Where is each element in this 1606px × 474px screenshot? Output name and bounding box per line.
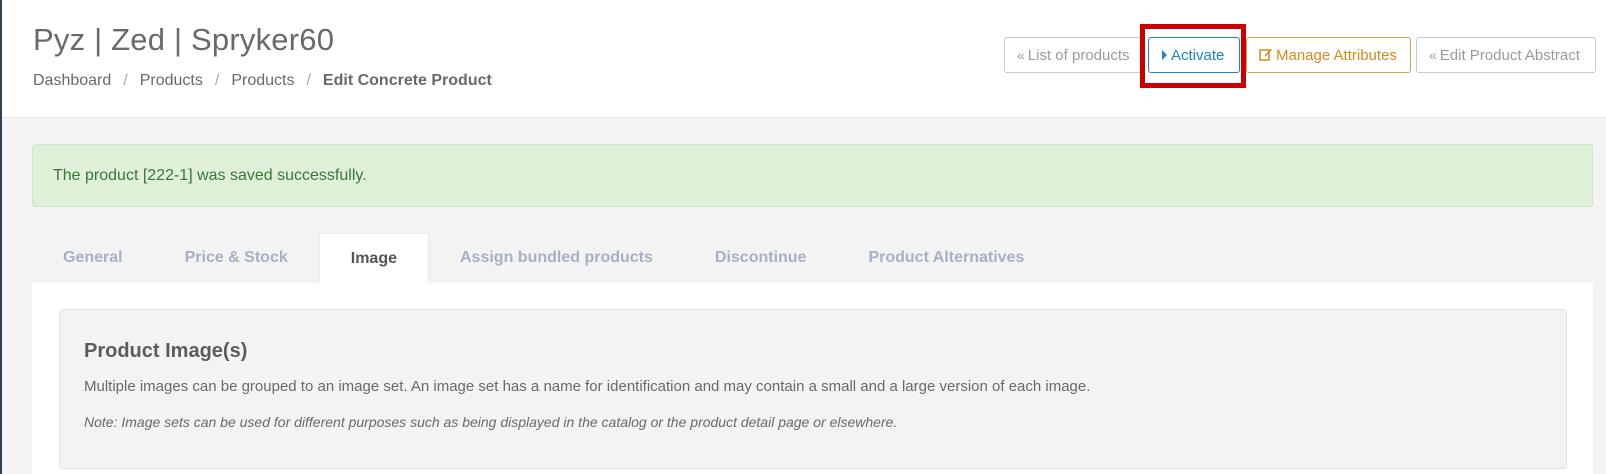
edit-product-abstract-button[interactable]: « Edit Product Abstract <box>1416 37 1596 73</box>
breadcrumb-separator: / <box>123 72 128 89</box>
tab-discontinue[interactable]: Discontinue <box>684 233 838 283</box>
tab-content-panel: Product Image(s) Multiple images can be … <box>32 283 1593 474</box>
list-of-products-button[interactable]: « List of products <box>1004 37 1143 73</box>
success-alert: The product [222-1] was saved successful… <box>32 144 1593 207</box>
manage-attributes-label: Manage Attributes <box>1276 46 1397 64</box>
tab-product-alternatives[interactable]: Product Alternatives <box>837 233 1055 283</box>
product-images-box: Product Image(s) Multiple images can be … <box>59 309 1567 469</box>
section-title: Product Image(s) <box>84 340 248 362</box>
breadcrumb-products-list[interactable]: Products <box>231 72 294 90</box>
edit-product-abstract-label: Edit Product Abstract <box>1439 46 1580 64</box>
tab-general[interactable]: General <box>32 233 154 283</box>
breadcrumb-current: Edit Concrete Product <box>322 72 492 89</box>
manage-attributes-button[interactable]: Manage Attributes <box>1246 37 1411 73</box>
tab-assign-bundled-products[interactable]: Assign bundled products <box>429 233 684 283</box>
activate-button[interactable]: Activate <box>1148 37 1240 73</box>
edit-icon <box>1259 47 1273 64</box>
alert-message: The product [222-1] was saved successful… <box>53 166 367 184</box>
breadcrumb-separator: / <box>214 72 220 89</box>
page-header: Pyz | Zed | Spryker60 Dashboard / Produc… <box>2 0 1606 118</box>
double-chevron-left-icon: « <box>1017 47 1025 63</box>
activate-label: Activate <box>1171 46 1225 64</box>
tab-image[interactable]: Image <box>318 233 429 283</box>
section-note: Note: Image sets can be used for differe… <box>84 414 898 430</box>
breadcrumb: Dashboard / Products / Products / Edit C… <box>33 72 492 90</box>
tab-bar: General Price & Stock Image Assign bundl… <box>32 233 1055 283</box>
list-of-products-label: List of products <box>1027 46 1130 64</box>
section-description: Multiple images can be grouped to an ima… <box>84 378 1091 395</box>
breadcrumb-products[interactable]: Products <box>140 72 203 90</box>
breadcrumb-separator: / <box>306 72 311 89</box>
breadcrumb-dashboard[interactable]: Dashboard <box>33 72 111 90</box>
double-chevron-left-icon: « <box>1429 47 1437 63</box>
caret-right-icon <box>1161 47 1168 63</box>
tab-price-stock[interactable]: Price & Stock <box>154 233 319 283</box>
page-title: Pyz | Zed | Spryker60 <box>33 22 335 57</box>
